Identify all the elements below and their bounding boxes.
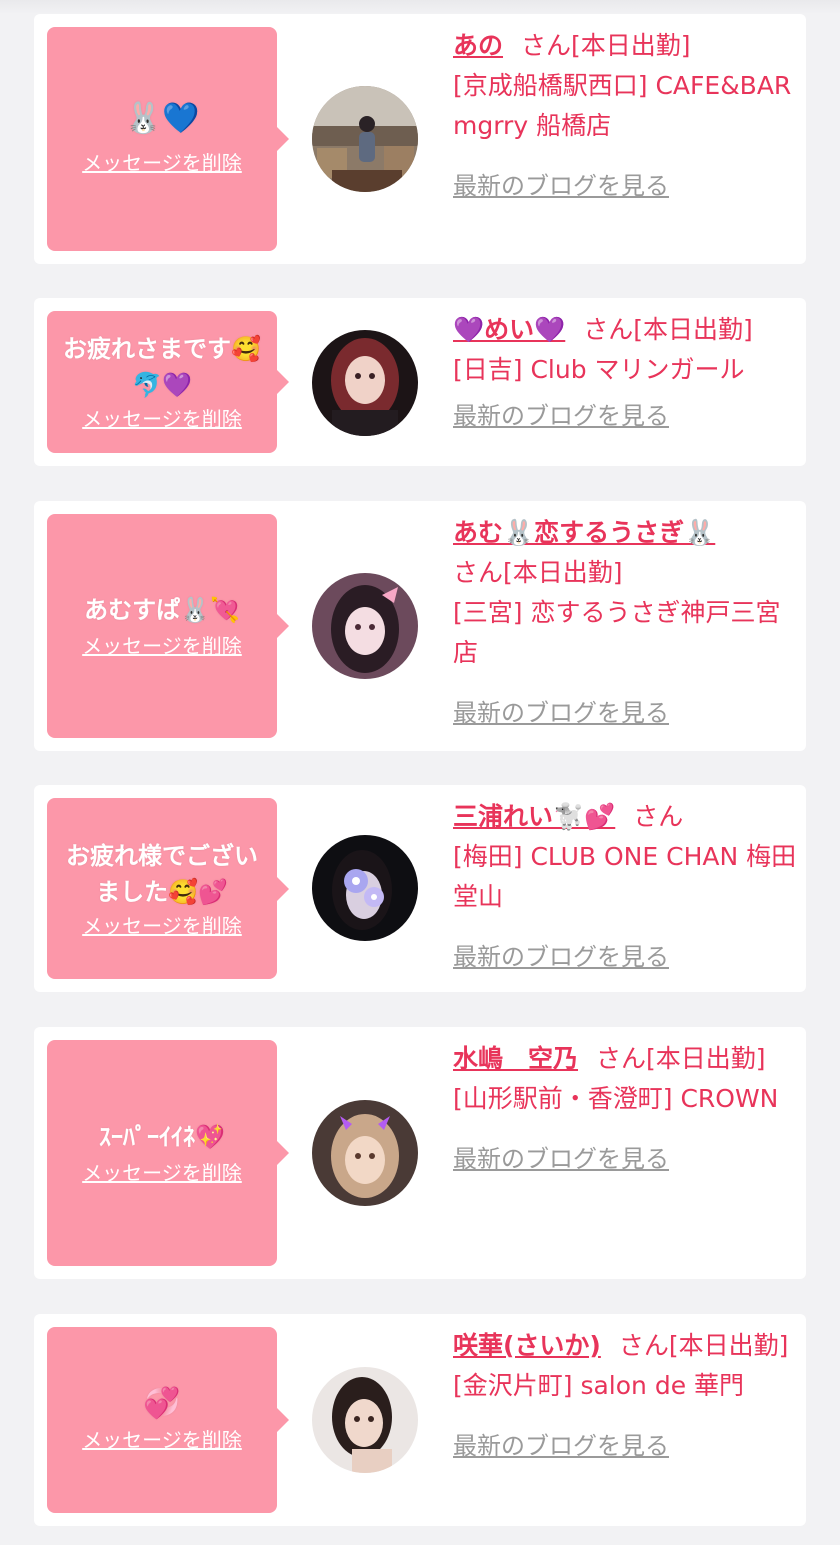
avatar[interactable] [312,86,418,192]
latest-blog-link[interactable]: 最新のブログを見る [453,1426,669,1466]
message-bubble: あむすぱ🐰💘 メッセージを削除 [47,514,289,738]
cast-status: さん[本日出勤] [583,315,753,344]
message-card: 🐰💙 メッセージを削除 あの さん[本日出勤] [京成船橋駅西口] CAFE&BA… [34,14,806,264]
message-text: ｽｰﾊﾟｰｲｲﾈ💖 [99,1123,225,1151]
message-card: 💞 メッセージを削除 咲華(さいか) さん[本日出勤] [金沢片町] salon … [34,1314,806,1526]
message-bubble: 🐰💙 メッセージを削除 [47,27,289,251]
cast-status: さん[本日出勤] [521,31,691,60]
delete-message-link[interactable]: メッセージを削除 [82,1426,242,1454]
shop-name: [京成船橋駅西口] CAFE&BAR mgrry 船橋店 [453,71,792,140]
latest-blog-link[interactable]: 最新のブログを見る [453,166,669,206]
message-bubble: お疲れ様でございました🥰💕 メッセージを削除 [47,798,289,979]
shop-name: [三宮] 恋するうさぎ神戸三宮店 [453,598,781,667]
avatar-photo-portrait [312,1367,418,1473]
message-bubble: 💞 メッセージを削除 [47,1327,289,1513]
cast-info: 三浦れい🐩💕 さん [梅田] CLUB ONE CHAN 梅田堂山 最新のブログを… [453,797,798,977]
message-bubble: ｽｰﾊﾟｰｲｲﾈ💖 メッセージを削除 [47,1040,289,1266]
message-card: ｽｰﾊﾟｰｲｲﾈ💖 メッセージを削除 水嶋 空乃 さん[本日出勤] [山形駅前・香… [34,1027,806,1279]
message-bubble: お疲れさまです🥰🐬💜 メッセージを削除 [47,311,289,453]
message-card: お疲れ様でございました🥰💕 メッセージを削除 三浦れい🐩💕 さん [梅田] CLU… [34,785,806,992]
delete-message-link[interactable]: メッセージを削除 [82,912,242,940]
avatar-photo-red-hair [312,330,418,436]
avatar[interactable] [312,573,418,679]
avatar[interactable] [312,330,418,436]
avatar[interactable] [312,1100,418,1206]
cast-info: 咲華(さいか) さん[本日出勤] [金沢片町] salon de 華門 最新のブロ… [453,1326,798,1466]
shop-name: [山形駅前・香澄町] CROWN [453,1084,779,1113]
cast-name-link[interactable]: 水嶋 空乃 [453,1044,578,1073]
message-text: お疲れ様でございました🥰💕 [66,841,258,906]
delete-message-link[interactable]: メッセージを削除 [82,405,242,433]
shop-name: [梅田] CLUB ONE CHAN 梅田堂山 [453,842,797,911]
avatar-photo-pink-bow [312,573,418,679]
avatar-photo-devil-horns [312,1100,418,1206]
cast-status: さん [633,802,684,831]
latest-blog-link[interactable]: 最新のブログを見る [453,396,669,436]
latest-blog-link[interactable]: 最新のブログを見る [453,1139,669,1179]
message-card: あむすぱ🐰💘 メッセージを削除 あむ🐰恋するうさぎ🐰 さん[本日出勤] [三宮]… [34,501,806,751]
delete-message-link[interactable]: メッセージを削除 [82,149,242,177]
cast-name-link[interactable]: あの [453,31,503,60]
latest-blog-link[interactable]: 最新のブログを見る [453,937,669,977]
message-card: お疲れさまです🥰🐬💜 メッセージを削除 💜めい💜 さん[本日出勤] [日吉] Cl… [34,298,806,466]
cast-name-link[interactable]: 三浦れい🐩💕 [453,802,615,831]
delete-message-link[interactable]: メッセージを削除 [82,1159,242,1187]
cast-info: 💜めい💜 さん[本日出勤] [日吉] Club マリンガール 最新のブログを見る [453,310,798,436]
message-text: お疲れさまです🥰🐬💜 [63,335,261,399]
cast-name-link[interactable]: あむ🐰恋するうさぎ🐰 [453,518,715,547]
shop-name: [日吉] Club マリンガール [453,355,745,384]
avatar-photo-cafe [312,86,418,192]
avatar-photo-flowers [312,835,418,941]
message-text: 🐰💙 [124,101,200,136]
delete-message-link[interactable]: メッセージを削除 [82,632,242,660]
cast-status: さん[本日出勤] [596,1044,766,1073]
cast-name-link[interactable]: 💜めい💜 [453,315,565,344]
cast-info: 水嶋 空乃 さん[本日出勤] [山形駅前・香澄町] CROWN 最新のブログを見る [453,1039,798,1179]
shop-name: [金沢片町] salon de 華門 [453,1371,745,1400]
avatar[interactable] [312,835,418,941]
cast-name-link[interactable]: 咲華(さいか) [453,1331,601,1360]
cast-status: さん[本日出勤] [453,558,623,587]
message-text: あむすぱ🐰💘 [84,596,240,624]
cast-status: さん[本日出勤] [618,1331,789,1360]
message-text: 💞 [143,1386,181,1421]
avatar[interactable] [312,1367,418,1473]
cast-info: あむ🐰恋するうさぎ🐰 さん[本日出勤] [三宮] 恋するうさぎ神戸三宮店 最新の… [453,513,798,733]
latest-blog-link[interactable]: 最新のブログを見る [453,693,669,733]
top-shade [0,0,840,14]
cast-info: あの さん[本日出勤] [京成船橋駅西口] CAFE&BAR mgrry 船橋店 … [453,26,798,206]
